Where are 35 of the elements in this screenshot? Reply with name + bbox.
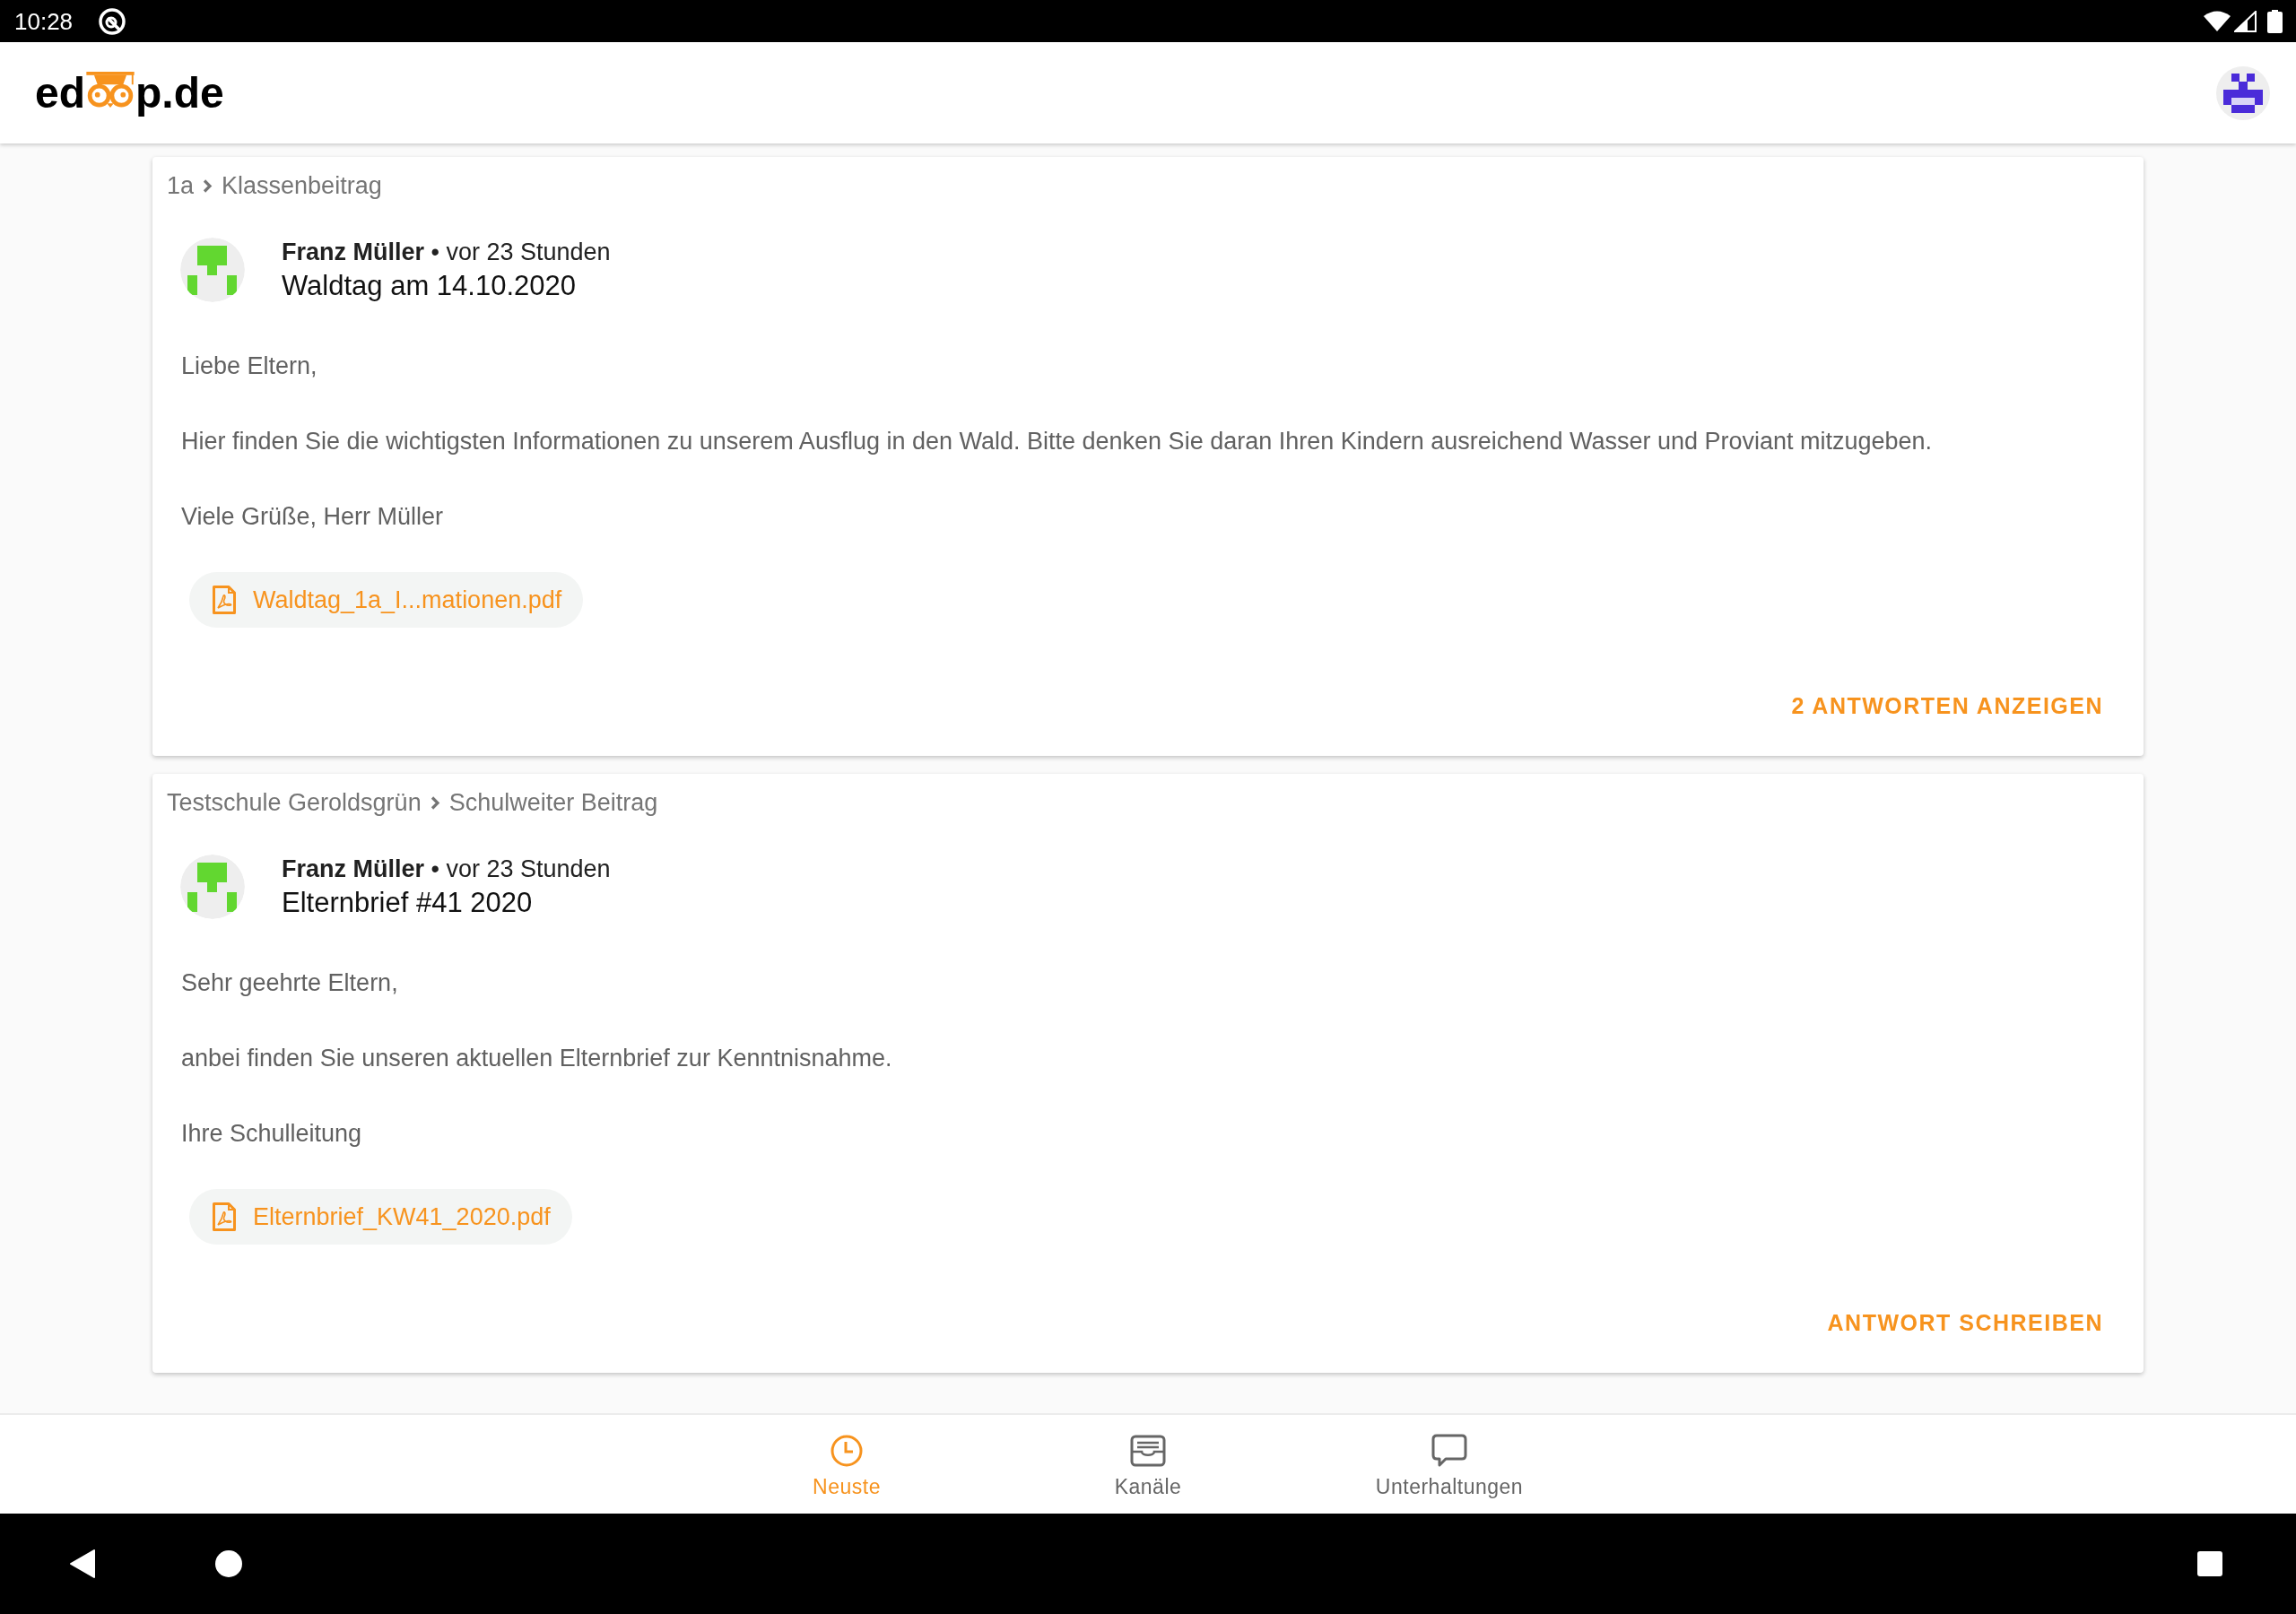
post-title: Elternbrief #41 2020 xyxy=(282,886,534,920)
pdf-file-icon xyxy=(212,1202,237,1232)
home-icon[interactable] xyxy=(215,1550,242,1577)
post-paragraph: Viele Grüße, Herr Müller xyxy=(181,502,445,532)
post-byline: Franz Müller • vor 23 Stunden xyxy=(282,238,611,267)
logo-text: ed xyxy=(35,67,85,118)
post-title: Waldtag am 14.10.2020 xyxy=(282,269,577,303)
avatar-icon xyxy=(180,238,245,302)
clock-icon xyxy=(831,1435,863,1467)
post-paragraph: Hier finden Sie die wichtigsten Informationen zu unserem Ausflug in den Wald. Bitte denken Sie daran Ihren Kindern ausreichend Wasser und Proviant mitzugeben. xyxy=(181,427,1934,456)
tray-icon xyxy=(1130,1435,1166,1467)
breadcrumb-link[interactable]: Klassenbeitrag xyxy=(222,169,382,202)
breadcrumb-link[interactable]: Testschule Geroldsgrün xyxy=(167,786,422,819)
breadcrumb-link[interactable]: 1a xyxy=(167,169,195,202)
post-paragraph: Liebe Eltern, xyxy=(181,351,318,381)
wifi-icon xyxy=(2204,11,2231,31)
status-time: 10:28 xyxy=(14,7,74,35)
chevron-right-icon xyxy=(203,178,213,193)
nav-tab[interactable]: Unterhaltungen xyxy=(1351,1415,1548,1514)
pdf-file-icon xyxy=(212,585,237,615)
signal-icon xyxy=(2234,10,2257,32)
battery-icon xyxy=(2267,9,2283,33)
nav-tab[interactable]: Kanäle xyxy=(1049,1415,1247,1514)
speech-bubble-icon xyxy=(1431,1434,1467,1468)
post-paragraph: anbei finden Sie unseren aktuellen Elternbrief zur Kenntnisnahme. xyxy=(181,1044,893,1073)
back-icon[interactable] xyxy=(70,1549,95,1578)
chevron-right-icon xyxy=(430,795,440,810)
owl-icon xyxy=(86,71,135,108)
avatar-icon xyxy=(180,855,245,919)
breadcrumb-link[interactable]: Schulweiter Beitrag xyxy=(448,786,658,819)
post-paragraph: Sehr geehrte Eltern, xyxy=(181,968,399,998)
logo-text: p.de xyxy=(135,67,224,118)
post-paragraph: Ihre Schulleitung xyxy=(181,1119,363,1149)
circle-slash-icon xyxy=(98,6,127,36)
post-byline: Franz Müller • vor 23 Stunden xyxy=(282,855,611,884)
